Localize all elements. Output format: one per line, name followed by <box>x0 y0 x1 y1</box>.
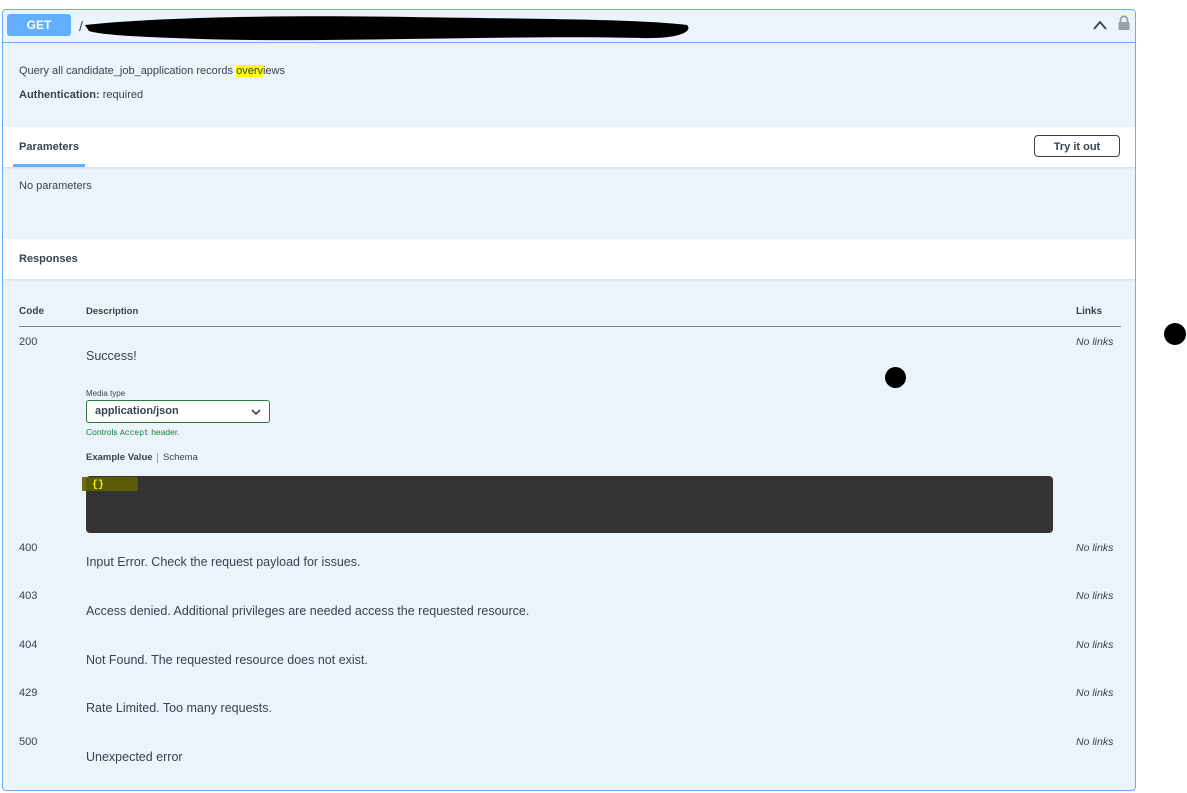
no-parameters-text: No parameters <box>19 180 92 192</box>
operation-summary[interactable]: GET / <box>3 10 1135 43</box>
redacted-path-scribble <box>85 16 689 41</box>
response-links: No links <box>1076 336 1114 348</box>
method-badge: GET <box>7 14 71 36</box>
response-links: No links <box>1076 687 1114 699</box>
column-header-description: Description <box>86 306 139 317</box>
lock-icon[interactable] <box>1117 15 1131 31</box>
controls-accept-note: Controls Accept header. <box>86 427 180 438</box>
tab-example-value[interactable]: Example Value <box>86 452 153 463</box>
response-links: No links <box>1076 590 1114 602</box>
controls-suffix: header. <box>148 427 180 437</box>
column-header-links: Links <box>1076 306 1103 317</box>
operation-description: Query all candidate_job_application reco… <box>19 65 285 77</box>
response-description: Not Found. The requested resource does n… <box>86 653 368 667</box>
response-description: Access denied. Additional privileges are… <box>86 604 530 618</box>
description-highlight: overv <box>236 65 263 77</box>
response-code: 403 <box>19 590 38 602</box>
response-links: No links <box>1076 542 1114 554</box>
auth-value: required <box>102 89 144 101</box>
chevron-up-icon[interactable] <box>1092 18 1108 32</box>
column-header-code: Code <box>19 306 44 317</box>
response-description: Rate Limited. Too many requests. <box>86 701 272 715</box>
media-type-select[interactable]: application/json <box>86 400 270 423</box>
black-dot-marker <box>1164 323 1186 345</box>
response-code: 500 <box>19 736 38 748</box>
response-description: Input Error. Check the request payload f… <box>86 555 361 569</box>
example-value-code-block: {} <box>82 476 1053 533</box>
tab-separator <box>157 453 158 463</box>
auth-label: Authentication: <box>19 89 100 101</box>
response-description: Unexpected error <box>86 750 183 764</box>
description-text: Query all candidate_job_application reco… <box>19 65 237 77</box>
tab-schema[interactable]: Schema <box>163 452 198 463</box>
controls-prefix: Controls <box>86 427 121 437</box>
get-operation-block: GET / Query all candidate_job_applicatio… <box>2 9 1136 791</box>
responses-title: Responses <box>19 253 78 265</box>
response-code: 400 <box>19 542 38 554</box>
tab-parameters[interactable]: Parameters <box>13 127 85 167</box>
authentication-line: Authentication: required <box>19 89 143 101</box>
code-highlight-mark <box>82 477 138 491</box>
description-text-end: iews <box>262 65 285 77</box>
response-code: 404 <box>19 639 38 651</box>
responses-header: Responses <box>3 239 1135 279</box>
controls-code: Accept <box>120 429 149 438</box>
response-links: No links <box>1076 736 1114 748</box>
media-type-value: application/json <box>95 405 179 417</box>
response-code: 200 <box>19 336 38 348</box>
black-dot-marker <box>885 367 906 388</box>
media-type-label: Media type <box>86 389 126 398</box>
example-value-text: {} <box>92 480 105 491</box>
table-header-divider <box>19 326 1121 327</box>
response-code: 429 <box>19 687 38 699</box>
chevron-down-icon <box>251 409 261 416</box>
response-links: No links <box>1076 639 1114 651</box>
parameters-header: Parameters Try it out <box>3 127 1135 167</box>
response-description: Success! <box>86 349 137 363</box>
try-it-out-button[interactable]: Try it out <box>1034 135 1120 157</box>
